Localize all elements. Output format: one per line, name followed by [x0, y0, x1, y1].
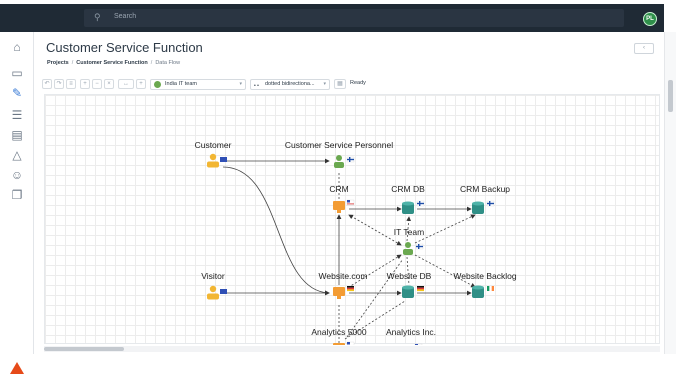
horizontal-scroll-thumb[interactable] — [44, 347, 124, 351]
node-crm[interactable] — [333, 199, 355, 213]
database-icon[interactable]: ☰ — [9, 108, 25, 122]
fit-icon[interactable]: × — [104, 79, 114, 89]
label-crm-backup: CRM Backup — [460, 184, 510, 194]
delete-icon[interactable]: ≡ — [66, 79, 76, 89]
label-website-db: Website DB — [387, 271, 432, 281]
label-customer: Customer — [195, 140, 232, 150]
person-icon — [154, 81, 161, 88]
node-analytics-5000[interactable] — [333, 341, 355, 354]
monitor-icon[interactable]: ▭ — [9, 66, 25, 80]
node-customer-service-personnel[interactable] — [334, 155, 355, 168]
breadcrumb: Projects / Customer Service Function / Data … — [47, 60, 181, 66]
edit-icon[interactable]: ✎ — [9, 86, 25, 100]
status-text: Ready — [350, 80, 366, 86]
ie-flag-icon — [487, 286, 494, 291]
zoom-out-icon[interactable]: − — [92, 79, 102, 89]
line-style-value: dotted bidirectiona... — [265, 81, 315, 87]
dotted-line-icon: • • — [254, 83, 259, 89]
data-flow-diagram: Customer Customer Service Personnel CRM … — [195, 140, 517, 358]
de-flag-icon — [417, 286, 424, 292]
eu-flag-icon — [220, 289, 227, 294]
label-analytics-inc: Analytics Inc. — [386, 327, 436, 337]
top-bar: ⚲ Search PL — [0, 4, 664, 32]
search-placeholder: Search — [114, 13, 137, 20]
redo-icon[interactable]: ↷ — [54, 79, 64, 89]
grid-icon[interactable]: ▦ — [334, 79, 346, 89]
add-icon[interactable]: + — [136, 79, 146, 89]
label-website: Website.com — [319, 271, 368, 281]
eu-flag-icon — [220, 157, 227, 162]
node-website-db[interactable] — [402, 285, 424, 299]
chevron-down-icon: ▾ — [239, 81, 242, 87]
label-website-backlog: Website Backlog — [453, 271, 516, 281]
zoom-in-icon[interactable]: + — [80, 79, 90, 89]
diagram-canvas[interactable]: Customer Customer Service Personnel CRM … — [44, 94, 660, 358]
home-icon[interactable]: ⌂ — [9, 40, 25, 54]
sidebar: ⌂ ▭ ✎ ☰ ▤ △ ☺ ❐ — [0, 32, 34, 374]
copy-icon[interactable]: ❐ — [9, 188, 25, 202]
label-crm-db: CRM DB — [391, 184, 425, 194]
breadcrumb-project[interactable]: Customer Service Function — [76, 60, 148, 66]
search-icon: ⚲ — [94, 12, 101, 22]
main-content: Customer Service Function Projects / Custo… — [34, 32, 664, 358]
chevron-down-icon: ▾ — [323, 81, 326, 87]
page-title: Customer Service Function — [46, 40, 203, 55]
label-analytics-5000: Analytics 5000 — [311, 327, 367, 337]
label-visitor: Visitor — [201, 271, 225, 281]
vertical-scrollbar[interactable] — [664, 32, 676, 354]
document-icon[interactable]: ▤ — [9, 128, 25, 142]
node-it-team[interactable] — [403, 242, 424, 255]
app-window: ⚲ Search PL ⌂ ▭ ✎ ☰ ▤ △ ☺ ❐ Customer Ser… — [0, 0, 676, 374]
node-crm-backup[interactable] — [472, 200, 495, 214]
label-customer-service-personnel: Customer Service Personnel — [285, 140, 393, 150]
users-icon[interactable]: ☺ — [9, 168, 25, 182]
team-select-value: India IT team — [165, 81, 197, 87]
breadcrumb-current: Data Flow — [155, 60, 181, 66]
node-website[interactable] — [333, 286, 354, 299]
team-select[interactable]: India IT team ▾ — [150, 79, 246, 90]
de-flag-icon — [347, 286, 354, 292]
connector-icon[interactable]: ↔ — [118, 79, 134, 89]
vertical-scroll-thumb[interactable] — [668, 80, 673, 112]
warning-icon[interactable]: △ — [9, 148, 25, 162]
label-crm: CRM — [329, 184, 348, 194]
collapse-button[interactable]: ‹ — [634, 43, 654, 54]
user-avatar[interactable]: PL — [643, 12, 657, 26]
line-style-select[interactable]: • • dotted bidirectiona... ▾ — [250, 79, 330, 90]
node-visitor[interactable] — [207, 285, 227, 300]
label-it-team: IT Team — [394, 227, 424, 237]
node-customer[interactable] — [207, 153, 227, 168]
breadcrumb-projects[interactable]: Projects — [47, 60, 69, 66]
search-input[interactable]: ⚲ Search — [84, 9, 624, 27]
node-analytics-inc[interactable] — [400, 343, 423, 358]
undo-icon[interactable]: ↶ — [42, 79, 52, 89]
node-website-backlog[interactable] — [472, 285, 494, 299]
brand-logo-icon — [10, 362, 24, 374]
edge-customer-website[interactable] — [222, 166, 330, 296]
node-crm-db[interactable] — [402, 200, 425, 214]
horizontal-scrollbar[interactable] — [44, 346, 660, 352]
